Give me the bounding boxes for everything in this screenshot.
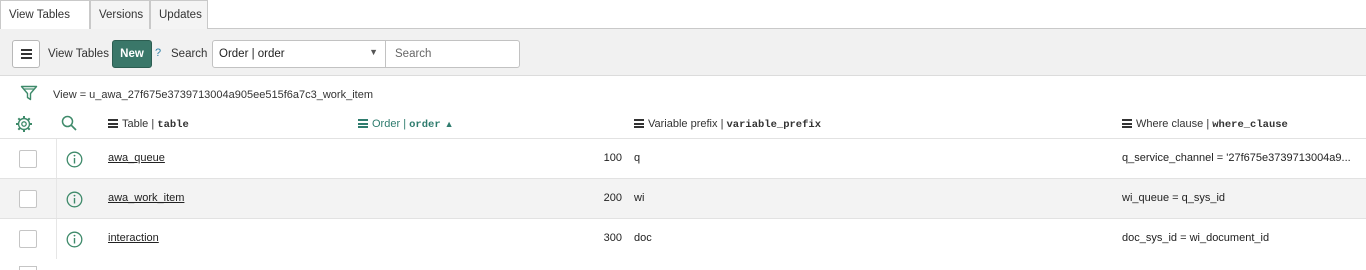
search-label: Search (171, 48, 208, 60)
filter-icon[interactable] (20, 84, 38, 102)
table-row: awa_work_item 200 wi wi_queue = q_sys_id (0, 178, 1366, 219)
gear-icon[interactable] (15, 115, 33, 133)
column-header-where-clause[interactable]: Where clause | where_clause (1122, 112, 1288, 136)
tab-view-tables[interactable]: View Tables (3) (0, 0, 90, 50)
search-icon[interactable] (60, 114, 78, 132)
tab-bar: View Tables (3) Versions Updates (0, 0, 1366, 50)
help-icon[interactable]: ? (155, 47, 161, 59)
tab-versions[interactable]: Versions (90, 0, 150, 29)
sort-ascending-icon: ▲ (444, 119, 454, 129)
column-menu-icon[interactable] (108, 119, 118, 128)
row-checkbox[interactable] (19, 230, 37, 248)
new-button[interactable]: New (112, 40, 152, 68)
search-field-select[interactable]: Order | order ▼ (212, 40, 386, 68)
column-header-variable-prefix[interactable]: Variable prefix | variable_prefix (634, 112, 821, 136)
table-link[interactable]: awa_work_item (108, 192, 184, 204)
column-header-table[interactable]: Table | table (108, 112, 189, 136)
column-header-order[interactable]: Order | order ▲ (358, 112, 454, 136)
info-icon[interactable] (66, 231, 83, 248)
where-clause-value: doc_sys_id = wi_document_id (1122, 232, 1270, 244)
dropdown-caret-icon: ▼ (369, 47, 378, 57)
column-menu-icon[interactable] (358, 119, 368, 128)
variable-prefix-value: wi (634, 192, 645, 204)
info-icon[interactable] (66, 151, 83, 168)
list-menu-button[interactable] (12, 40, 40, 68)
where-clause-value: wi_queue = q_sys_id (1122, 192, 1226, 204)
search-field-value: Order | order (219, 48, 285, 60)
column-menu-icon[interactable] (1122, 119, 1132, 128)
variable-prefix-value: doc (634, 232, 652, 244)
list-title: View Tables (48, 48, 109, 60)
list-toolbar: View Tables New ? Search Order | order ▼ (0, 29, 1366, 76)
order-value: 300 (603, 232, 622, 244)
tab-updates[interactable]: Updates (150, 0, 208, 29)
order-value: 100 (603, 152, 622, 164)
column-menu-icon[interactable] (634, 119, 644, 128)
hamburger-icon (21, 49, 32, 51)
search-input[interactable] (385, 40, 520, 68)
order-value: 200 (603, 192, 622, 204)
variable-prefix-value: q (634, 152, 641, 164)
table-row: interaction 300 doc doc_sys_id = wi_docu… (0, 218, 1366, 259)
table-row: awa_queue 100 q q_service_channel = '27f… (0, 138, 1366, 179)
row-checkbox[interactable] (19, 150, 37, 168)
breadcrumb[interactable]: View = u_awa_27f675e3739713004a905ee515f… (53, 89, 373, 101)
where-clause-value: q_service_channel = '27f675e3739713004a9… (1122, 152, 1351, 164)
table-link[interactable]: interaction (108, 232, 159, 244)
select-all-checkbox[interactable] (19, 266, 37, 270)
row-checkbox[interactable] (19, 190, 37, 208)
table-link[interactable]: awa_queue (108, 152, 165, 164)
info-icon[interactable] (66, 191, 83, 208)
